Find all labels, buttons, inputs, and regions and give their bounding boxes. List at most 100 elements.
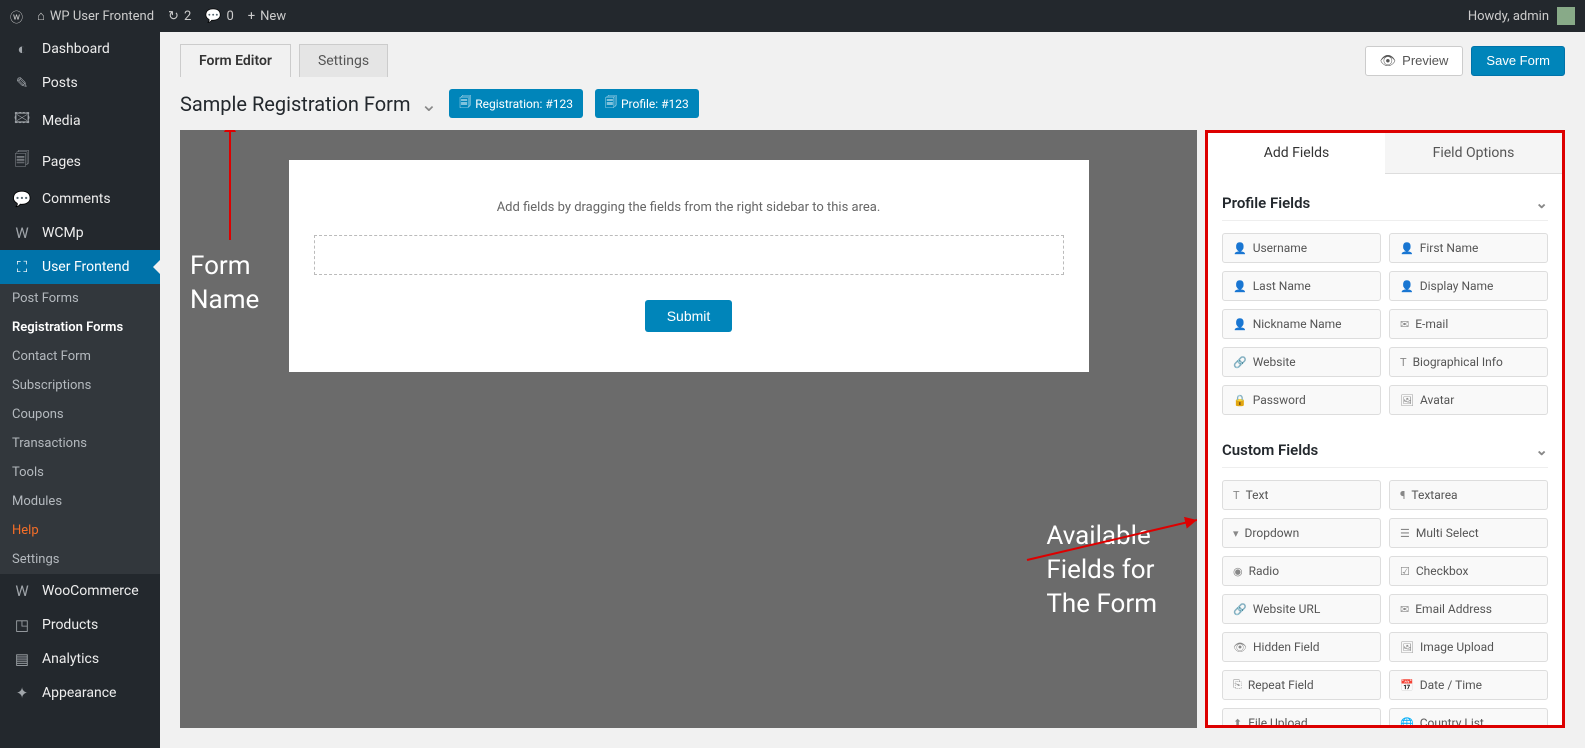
preview-button[interactable]: 👁Preview <box>1365 46 1464 76</box>
sidebar-item-label: Pages <box>42 154 81 170</box>
field-first-name[interactable]: 👤First Name <box>1389 233 1548 263</box>
field-label: Multi Select <box>1416 526 1479 540</box>
field-username[interactable]: 👤Username <box>1222 233 1381 263</box>
field-radio[interactable]: ◉Radio <box>1222 556 1381 586</box>
field-icon: 👤 <box>1400 280 1414 293</box>
sidebar-sub-settings[interactable]: Settings <box>0 545 160 574</box>
sidebar-submenu: Post FormsRegistration FormsContact Form… <box>0 284 160 574</box>
sidebar-item-analytics[interactable]: ▤Analytics <box>0 642 160 676</box>
field-biographical-info[interactable]: TBiographical Info <box>1389 347 1548 377</box>
registration-badge[interactable]: 🗐 Registration: #123 <box>449 89 583 118</box>
field-nickname-name[interactable]: 👤Nickname Name <box>1222 309 1381 339</box>
tabs-row: Form Editor Settings 👁Preview Save Form <box>160 32 1585 77</box>
sidebar-item-dashboard[interactable]: ◐Dashboard <box>0 32 160 66</box>
field-icon: 👤 <box>1233 318 1247 331</box>
sidebar-item-media[interactable]: 🖾Media <box>0 100 160 141</box>
sidebar-sub-tools[interactable]: Tools <box>0 458 160 487</box>
sidebar-item-comments[interactable]: 💬Comments <box>0 182 160 216</box>
tab-settings[interactable]: Settings <box>299 44 388 77</box>
panel-tab-field-options[interactable]: Field Options <box>1385 133 1562 174</box>
field-last-name[interactable]: 👤Last Name <box>1222 271 1381 301</box>
sidebar-sub-help[interactable]: Help <box>0 516 160 545</box>
section-profile-fields[interactable]: Profile Fields ⌄ <box>1222 184 1548 221</box>
field-email-address[interactable]: ✉Email Address <box>1389 594 1548 624</box>
topbar-right: Howdy, admin <box>1468 7 1575 25</box>
annotation-available-fields: Available Fields for The Form <box>1046 520 1157 621</box>
tab-form-editor[interactable]: Form Editor <box>180 44 291 77</box>
field-label: Country List <box>1420 716 1484 725</box>
sidebar-item-posts[interactable]: ✎Posts <box>0 66 160 100</box>
field-display-name[interactable]: 👤Display Name <box>1389 271 1548 301</box>
field-e-mail[interactable]: ✉E-mail <box>1389 309 1548 339</box>
sidebar-item-user-frontend[interactable]: ⛶User Frontend <box>0 250 160 284</box>
field-textarea[interactable]: ¶Textarea <box>1389 480 1548 510</box>
field-icon: ⬆ <box>1233 717 1242 726</box>
sidebar-sub-transactions[interactable]: Transactions <box>0 429 160 458</box>
field-avatar[interactable]: 🖼Avatar <box>1389 385 1548 415</box>
topbar-left: ⓦ ⌂ WP User Frontend ↻ 2 💬 0 + New <box>10 7 286 26</box>
field-checkbox[interactable]: ☑Checkbox <box>1389 556 1548 586</box>
sidebar-sub-registration-forms[interactable]: Registration Forms <box>0 313 160 342</box>
sidebar-item-appearance[interactable]: ✦Appearance <box>0 676 160 710</box>
sidebar-sub-contact-form[interactable]: Contact Form <box>0 342 160 371</box>
field-country-list[interactable]: 🌐Country List <box>1389 708 1548 725</box>
field-password[interactable]: 🔒Password <box>1222 385 1381 415</box>
sidebar-item-woocommerce[interactable]: WWooCommerce <box>0 574 160 608</box>
updates-count: 2 <box>184 9 191 24</box>
field-icon: 👤 <box>1400 242 1414 255</box>
site-link[interactable]: ⌂ WP User Frontend <box>37 8 154 24</box>
sidebar-item-label: Appearance <box>42 685 116 701</box>
field-label: Checkbox <box>1416 564 1469 578</box>
field-image-upload[interactable]: 🖼Image Upload <box>1389 632 1548 662</box>
howdy-text[interactable]: Howdy, admin <box>1468 9 1549 24</box>
field-text[interactable]: TText <box>1222 480 1381 510</box>
field-website[interactable]: 🔗Website <box>1222 347 1381 377</box>
field-multi-select[interactable]: ☰Multi Select <box>1389 518 1548 548</box>
annotation-form-name: Form Name <box>190 250 259 318</box>
field-label: File Upload <box>1248 716 1307 725</box>
panel-tab-add-fields[interactable]: Add Fields <box>1208 133 1385 174</box>
updates-link[interactable]: ↻ 2 <box>168 9 191 24</box>
field-label: Textarea <box>1411 488 1457 502</box>
field-hidden-field[interactable]: 👁Hidden Field <box>1222 632 1381 662</box>
field-label: Password <box>1253 393 1306 407</box>
field-icon: 🖼 <box>1400 641 1414 654</box>
sidebar-item-label: Media <box>42 113 81 129</box>
field-label: Radio <box>1249 564 1279 578</box>
sidebar-item-pages[interactable]: 🗐 Pages <box>0 141 160 182</box>
sidebar-sub-subscriptions[interactable]: Subscriptions <box>0 371 160 400</box>
wp-logo[interactable]: ⓦ <box>10 7 23 26</box>
new-link[interactable]: + New <box>248 9 286 24</box>
section-custom-fields[interactable]: Custom Fields ⌄ <box>1222 431 1548 468</box>
field-label: Repeat Field <box>1248 678 1314 692</box>
field-file-upload[interactable]: ⬆ File Upload <box>1222 708 1381 725</box>
profile-badge[interactable]: 🗐 Profile: #123 <box>595 89 699 118</box>
comments-link[interactable]: 💬 0 <box>205 9 234 24</box>
sidebar-item-label: User Frontend <box>42 259 129 275</box>
menu-icon: 🗐 <box>12 149 32 174</box>
save-form-button[interactable]: Save Form <box>1471 46 1565 76</box>
field-label: Text <box>1246 488 1269 502</box>
panel-body[interactable]: Profile Fields ⌄ 👤Username 👤First Name 👤La… <box>1208 174 1562 725</box>
field-dropdown[interactable]: ▾Dropdown <box>1222 518 1381 548</box>
custom-fields-grid: TText ¶Textarea ▾Dropdown ☰Multi Select ◉Rad… <box>1222 468 1548 725</box>
menu-icon: ◐ <box>12 40 32 58</box>
field-icon: 👁 <box>1233 641 1247 654</box>
field-website-url[interactable]: 🔗Website URL <box>1222 594 1381 624</box>
eye-icon: 👁 <box>1380 53 1397 69</box>
sidebar-sub-post-forms[interactable]: Post Forms <box>0 284 160 313</box>
sidebar-sub-coupons[interactable]: Coupons <box>0 400 160 429</box>
form-title[interactable]: Sample Registration Form ⌄ <box>180 92 437 116</box>
field-repeat-field[interactable]: ⎘Repeat Field <box>1222 670 1381 700</box>
field-date-time[interactable]: 📅Date / Time <box>1389 670 1548 700</box>
content-row: Form Name Add fields by dragging the fie… <box>160 130 1585 748</box>
section-profile-title: Profile Fields <box>1222 194 1310 212</box>
submit-button[interactable]: Submit <box>645 300 733 332</box>
field-icon: ✉ <box>1400 603 1409 616</box>
avatar[interactable] <box>1557 7 1575 25</box>
sidebar-item-products[interactable]: ◳Products <box>0 608 160 642</box>
sidebar-item-wcmp[interactable]: WWCMp <box>0 216 160 250</box>
sidebar-sub-modules[interactable]: Modules <box>0 487 160 516</box>
canvas: Form Name Add fields by dragging the fie… <box>180 130 1197 728</box>
drop-zone[interactable] <box>314 235 1064 275</box>
